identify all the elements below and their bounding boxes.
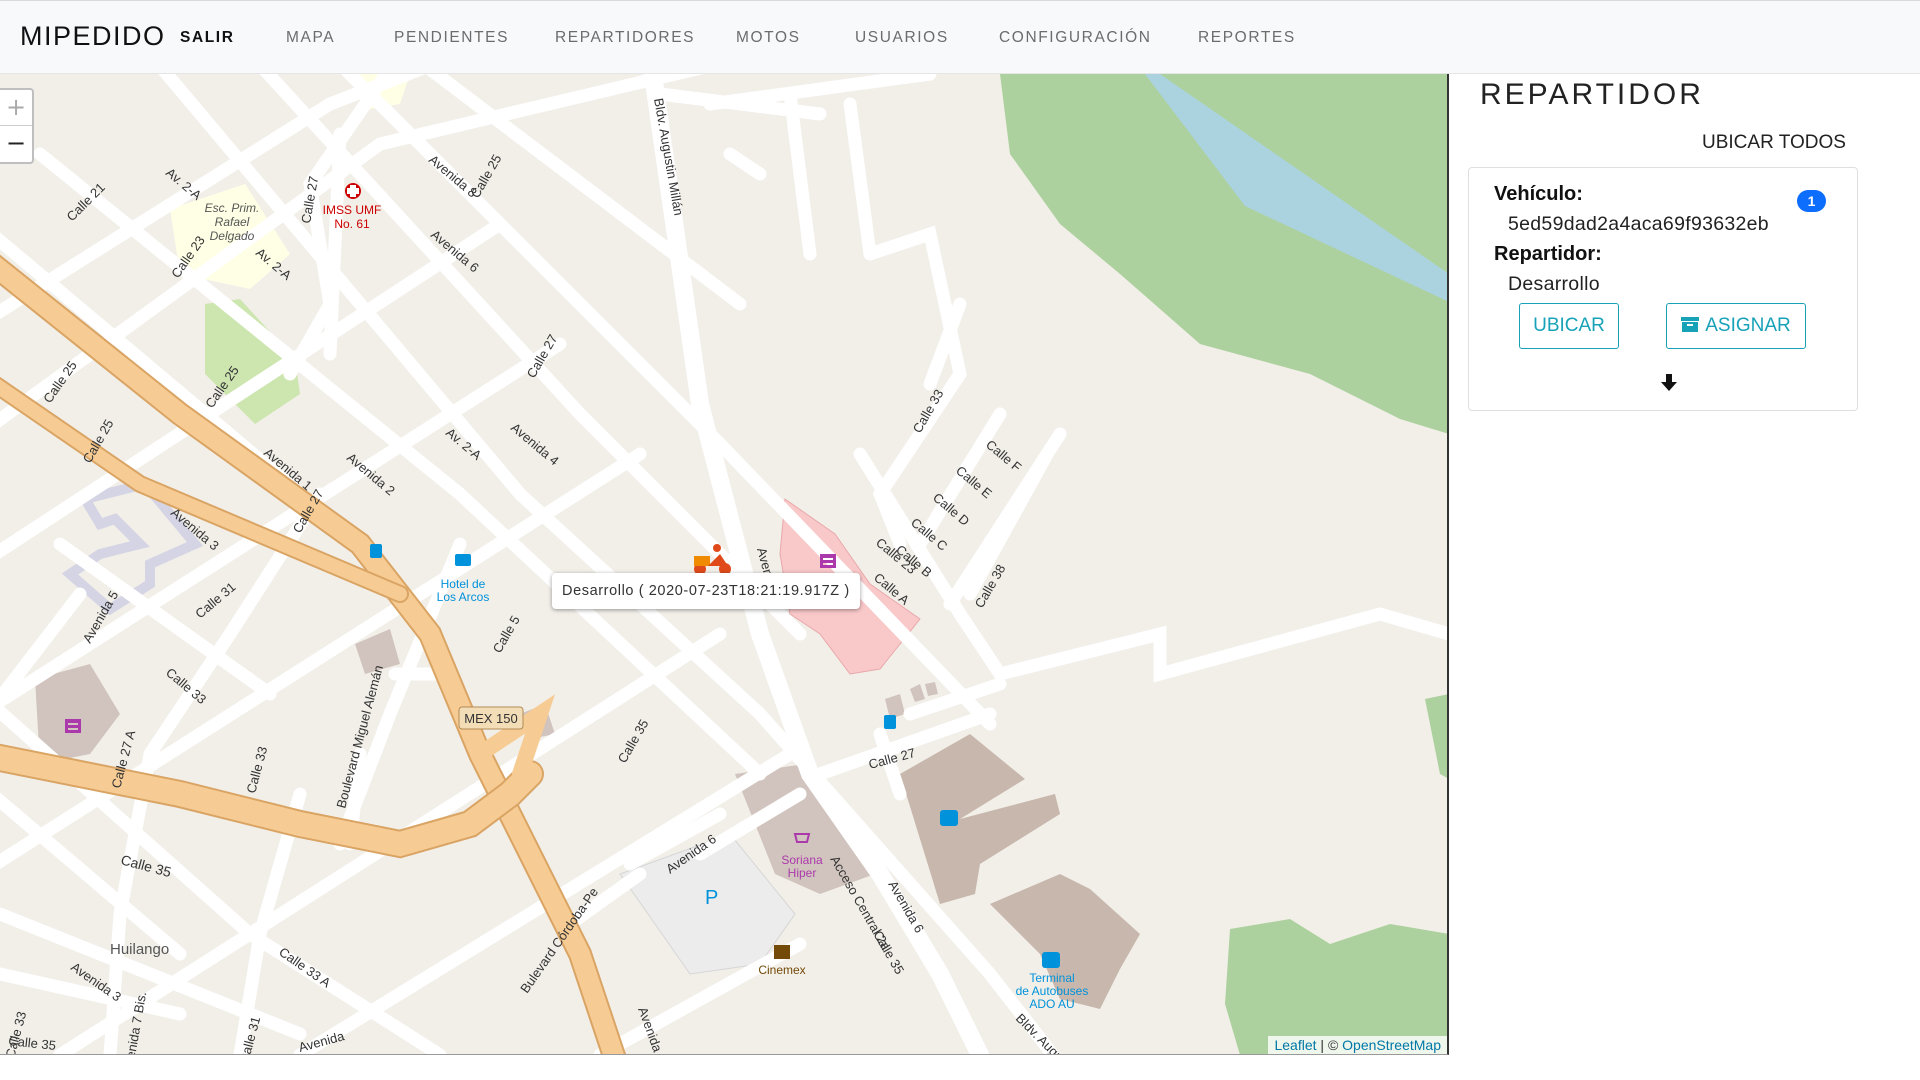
map-attribution: Leaflet | © OpenStreetMap [1268,1036,1447,1054]
svg-text:MEX 150: MEX 150 [464,711,517,726]
delivery-scooter-icon[interactable] [690,542,734,576]
nav-pendientes[interactable]: PENDIENTES [394,29,509,47]
parking-icon: P [705,887,718,909]
svg-text:ADO AU: ADO AU [1029,997,1074,1011]
assign-button[interactable]: ASIGNAR [1666,303,1806,349]
svg-text:Rafael: Rafael [215,215,250,229]
vehicle-id: 5ed59dad2a4aca69f93632eb [1508,213,1769,235]
count-badge: 1 [1797,190,1826,212]
street-label: Calle 31 [192,579,238,621]
archive-box-icon [1681,317,1700,332]
place-huilango: Huilango [110,941,169,958]
street-label: Calle 33 [243,745,270,795]
poi-highway-shield: MEX 150 [458,706,524,730]
nav-mapa[interactable]: MAPA [286,29,335,47]
street-label: Avenida 4 [508,420,562,469]
vehicle-label: Vehículo: [1494,183,1583,205]
street-label: Calle 33 A [276,944,333,990]
bus-terminal-a [900,734,1060,904]
nav-usuarios[interactable]: USUARIOS [855,29,949,47]
locate-all-link[interactable]: UBICAR TODOS [1702,132,1846,154]
park-area-south [1225,919,1447,1054]
street-label: Avenida 8 [426,152,480,201]
svg-text:Hotel de: Hotel de [441,577,486,591]
driver-name: Desarrollo [1508,273,1600,295]
svg-text:Soriana: Soriana [781,853,823,867]
osm-link[interactable]: OpenStreetMap [1342,1037,1441,1053]
zoom-control: + − [0,88,34,164]
driver-panel: REPARTIDOR UBICAR TODOS Vehículo: 1 5ed5… [1452,74,1920,1080]
zoom-in-button[interactable]: + [0,90,32,126]
svg-text:Cinemex: Cinemex [758,963,805,977]
nav-repartidores[interactable]: REPARTIDORES [555,29,695,47]
assign-button-label: ASIGNAR [1705,315,1791,336]
attribution-separator: | © [1316,1037,1343,1053]
nav-salir[interactable]: SALIR [180,29,235,47]
svg-text:Esc. Prim.: Esc. Prim. [205,201,260,215]
leaflet-link[interactable]: Leaflet [1274,1037,1316,1053]
street-label: Calle 5 [490,613,523,656]
svg-text:de Autobuses: de Autobuses [1016,984,1089,998]
imss-label-2: No. 61 [334,217,370,231]
imss-label: IMSS UMF [323,203,382,217]
svg-text:Los Arcos: Los Arcos [437,590,490,604]
svg-text:Terminal: Terminal [1029,971,1074,985]
zoom-out-button[interactable]: − [0,126,32,162]
nav-reportes[interactable]: REPORTES [1198,29,1296,47]
street-label: Calle 35 [615,717,652,766]
street-label: Bldv. Augustin Millán [1013,1011,1108,1055]
street-label: Calle F [983,437,1024,475]
panel-title: REPARTIDOR [1480,78,1704,111]
arrow-down-icon[interactable] [1659,372,1679,392]
top-navbar: MIPEDIDO SALIR MAPA PENDIENTES REPARTIDO… [0,0,1920,74]
locate-button[interactable]: UBICAR [1519,303,1619,349]
driver-label: Repartidor: [1494,243,1602,265]
vehicle-card: Vehículo: 1 5ed59dad2a4aca69f93632eb Rep… [1468,167,1858,411]
park-area-east [1425,694,1447,778]
nav-configuracion[interactable]: CONFIGURACIÓN [999,29,1152,47]
map-view[interactable]: Calle 21 Av. 2-A Calle 27 Calle 25 Aveni… [0,74,1449,1055]
bus-stop-icon [940,810,958,826]
nav-motos[interactable]: MOTOS [736,29,801,47]
brand-logo[interactable]: MIPEDIDO [20,21,166,52]
marker-popup: Desarrollo ( 2020-07-23T18:21:19.917Z ) [552,573,860,609]
svg-text:Delgado: Delgado [210,229,255,243]
svg-text:Hiper: Hiper [788,866,817,880]
